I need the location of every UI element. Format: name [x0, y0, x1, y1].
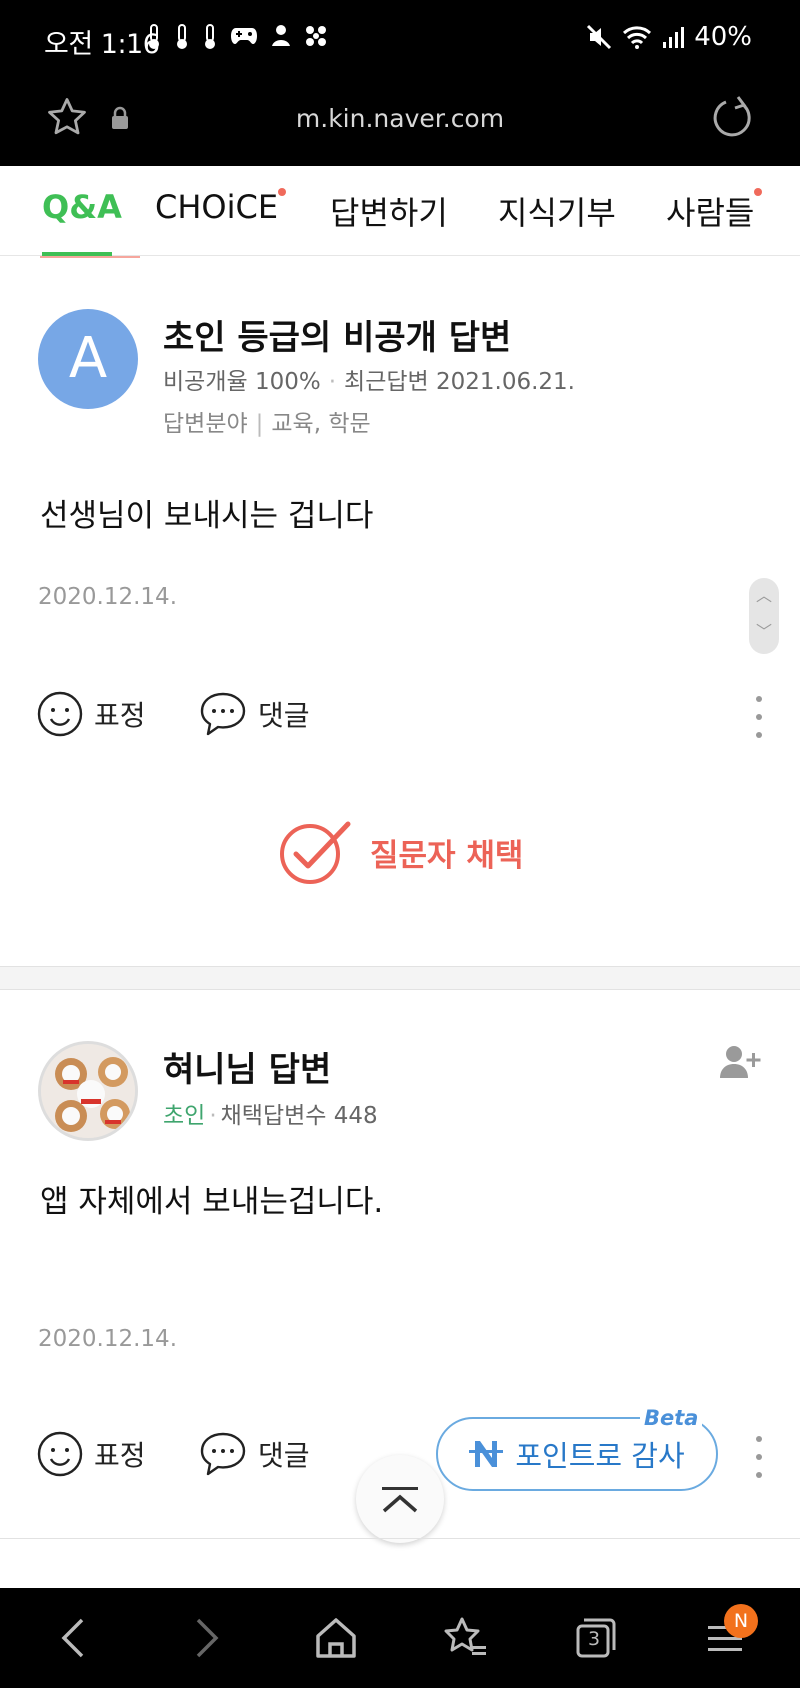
- thermometer-icon: [205, 24, 215, 49]
- comment-icon: [200, 1432, 246, 1476]
- comment-label: 댓글: [258, 699, 310, 732]
- answer-content: 선생님이 보내시는 겁니다: [40, 498, 374, 534]
- tab-choice[interactable]: CHOiCE: [155, 188, 287, 226]
- app-icon: [272, 25, 290, 46]
- recent-label: 최근답변: [344, 369, 429, 395]
- answer-divider: [0, 966, 800, 990]
- notification-icons: [146, 24, 328, 50]
- home-icon[interactable]: [314, 1616, 358, 1660]
- scroll-down-icon[interactable]: ﹀: [749, 614, 779, 650]
- smiley-icon: [37, 1431, 83, 1477]
- status-right: 40%: [586, 22, 752, 52]
- tab-answer[interactable]: 답변하기: [330, 188, 448, 234]
- field-label: 답변분야: [163, 411, 248, 437]
- answer-author: 혀니님 답변: [163, 1050, 332, 1090]
- naver-n-icon: [469, 1441, 504, 1467]
- add-friend-icon[interactable]: [718, 1044, 764, 1080]
- avatar-photo: [41, 1044, 135, 1138]
- answer-author-stats: 비공개율 100% · 최근답변 2021.06.21.: [163, 369, 575, 395]
- status-bar: 오전 1:16 40%: [0, 0, 800, 80]
- tab-count: 3: [588, 1628, 601, 1650]
- answer-divider: [0, 1538, 800, 1539]
- comment-button[interactable]: 댓글: [198, 1430, 310, 1478]
- scroll-up-icon[interactable]: ︿: [749, 578, 779, 614]
- beta-label: Beta: [640, 1406, 703, 1430]
- new-dot: [754, 188, 763, 196]
- reload-icon[interactable]: [712, 94, 754, 140]
- answer-date: 2020.12.14.: [38, 1326, 177, 1352]
- answer-author: 초인 등급의 비공개 답변: [163, 318, 512, 358]
- thanks-label: 포인트로 감사: [515, 1439, 685, 1473]
- reaction-label: 표정: [94, 1439, 146, 1472]
- choose-answer-label: 질문자 채택: [370, 837, 524, 874]
- notification-badge: N: [724, 1604, 758, 1638]
- private-rate-label: 비공개율: [163, 369, 248, 395]
- tab-donation[interactable]: 지식기부: [498, 188, 616, 234]
- battery-percent: 40%: [694, 22, 752, 52]
- comment-label: 댓글: [258, 1439, 310, 1472]
- adopted-count: 448: [333, 1103, 378, 1129]
- back-icon[interactable]: [58, 1616, 88, 1660]
- check-circle-icon: [280, 821, 351, 884]
- wifi-icon: [623, 26, 652, 49]
- active-tab-indicator: [42, 252, 112, 256]
- reaction-label: 표정: [94, 699, 146, 732]
- more-menu-button[interactable]: [756, 696, 764, 750]
- status-time: 오전 1:16: [44, 29, 160, 60]
- tab-people[interactable]: 사람들: [666, 188, 763, 234]
- kin-tab-bar: Q&A CHOiCE 답변하기 지식기부 사람들: [0, 166, 800, 256]
- chevron-up-icon: [382, 1487, 418, 1513]
- reaction-button[interactable]: 표정: [36, 690, 146, 738]
- url-text[interactable]: m.kin.naver.com: [0, 104, 800, 133]
- thermometer-icon: [177, 24, 187, 49]
- comment-icon: [200, 692, 246, 736]
- new-dot: [278, 188, 287, 196]
- bookmarks-icon[interactable]: [442, 1616, 488, 1660]
- forward-icon[interactable]: [192, 1616, 222, 1660]
- tab-qa[interactable]: Q&A: [42, 188, 122, 226]
- app-icon: [306, 26, 326, 46]
- scroll-to-top-button[interactable]: [356, 1455, 444, 1543]
- reaction-button[interactable]: 표정: [36, 1430, 146, 1478]
- answer-content: 앱 자체에서 보내는겁니다.: [40, 1184, 384, 1220]
- browser-bottom-nav: 3: [0, 1588, 800, 1688]
- user-grade: 초인: [163, 1103, 206, 1129]
- mute-icon: [587, 24, 612, 50]
- more-menu-button[interactable]: [756, 1436, 764, 1490]
- avatar[interactable]: A: [38, 309, 138, 409]
- scroll-pill[interactable]: ︿ ﹀: [749, 578, 779, 654]
- comment-button[interactable]: 댓글: [198, 690, 310, 738]
- thermometer-icon: [149, 24, 159, 49]
- recent-date: 2021.06.21.: [435, 369, 575, 395]
- avatar[interactable]: [38, 1041, 138, 1141]
- answer-author-stats: 초인 · 채택답변수 448: [163, 1103, 378, 1129]
- smiley-icon: [37, 691, 83, 737]
- signal-icon: [663, 27, 685, 48]
- adopted-label: 채택답변수: [220, 1103, 327, 1129]
- gamepad-icon: [231, 28, 257, 44]
- private-rate: 100%: [254, 369, 321, 395]
- answer-date: 2020.12.14.: [38, 584, 177, 610]
- tabs-button[interactable]: 3: [574, 1616, 618, 1664]
- choose-answer-button[interactable]: 질문자 채택: [276, 818, 523, 886]
- field-value: 교육, 학문: [271, 411, 371, 437]
- answer-field: 답변분야 | 교육, 학문: [163, 411, 371, 437]
- browser-url-bar: m.kin.naver.com: [0, 80, 800, 166]
